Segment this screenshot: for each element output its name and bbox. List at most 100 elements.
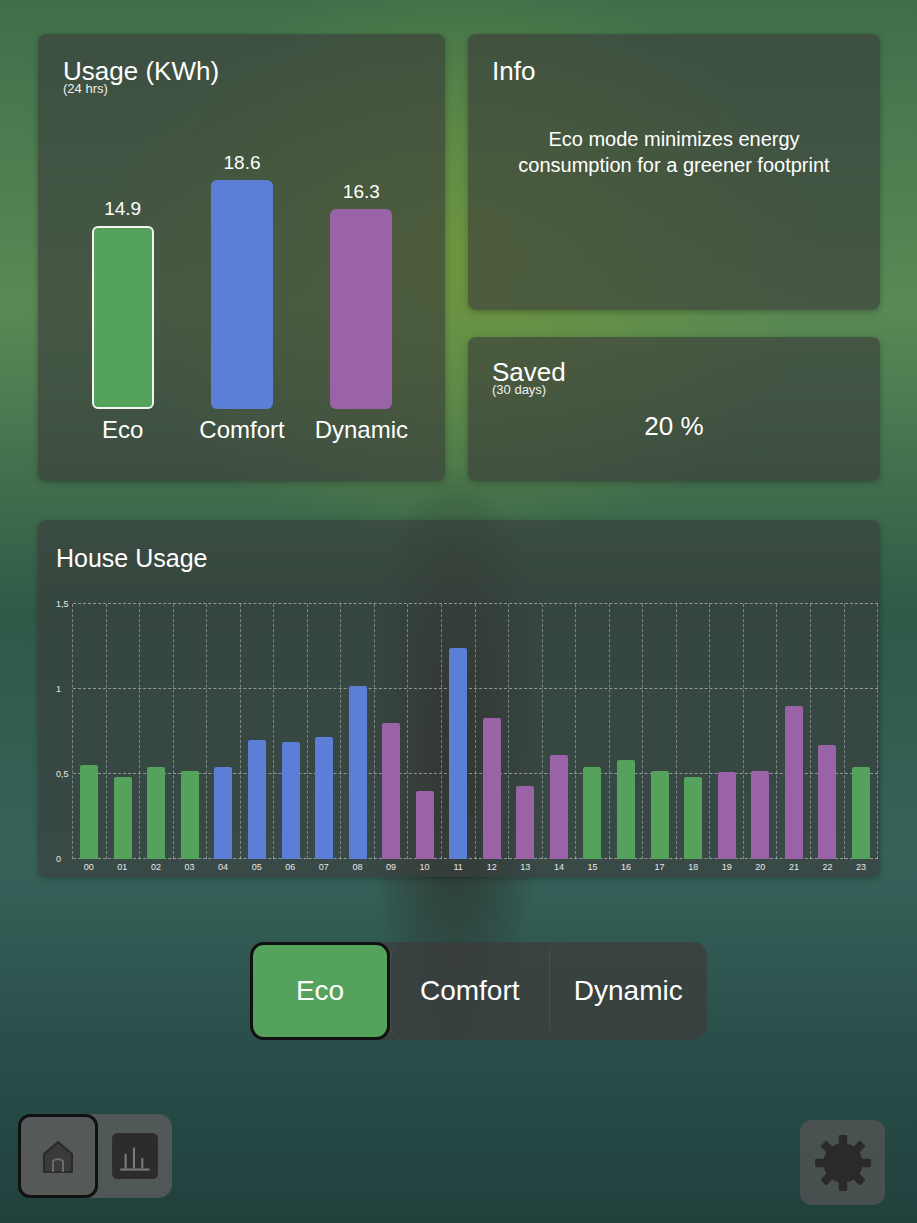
- hour-bar[interactable]: [282, 742, 300, 859]
- mode-button[interactable]: Comfort: [390, 942, 549, 1040]
- hour-bar[interactable]: [349, 686, 367, 859]
- hour-column: [207, 604, 241, 859]
- hour-bar[interactable]: [449, 648, 467, 859]
- grid-line: [73, 688, 878, 689]
- hour-column: [509, 604, 543, 859]
- usage-label: Dynamic: [315, 415, 408, 445]
- mode-button[interactable]: Eco: [250, 942, 390, 1040]
- usage-value: 18.6: [224, 152, 261, 174]
- hour-column: [73, 604, 107, 859]
- usage-bar[interactable]: [330, 209, 392, 409]
- hour-bar[interactable]: [550, 755, 568, 859]
- x-tick: 07: [307, 862, 341, 872]
- usage-card: Usage (KWh)(24 hrs) 14.9Eco 18.6 Comfort 16.…: [38, 34, 445, 481]
- x-tick: 06: [273, 862, 307, 872]
- y-axis: 00,511,5: [38, 604, 72, 859]
- x-tick: 19: [710, 862, 744, 872]
- hour-bar[interactable]: [617, 760, 635, 859]
- hour-column: [375, 604, 409, 859]
- hour-bar[interactable]: [248, 740, 266, 859]
- hour-bar[interactable]: [651, 771, 669, 859]
- y-tick: 0,5: [56, 769, 69, 779]
- saved-title: Saved: [492, 357, 856, 387]
- usage-title: Usage (KWh): [63, 56, 421, 86]
- x-tick: 05: [240, 862, 274, 872]
- hour-bar[interactable]: [718, 772, 736, 859]
- x-tick: 21: [777, 862, 811, 872]
- mode-switch: EcoComfortDynamic: [250, 942, 707, 1040]
- x-tick: 20: [744, 862, 778, 872]
- usage-bar[interactable]: [211, 180, 273, 409]
- info-card: Info Eco mode minimizes energy consumptio…: [468, 34, 880, 310]
- hour-bar[interactable]: [516, 786, 534, 859]
- usage-chart: 14.9Eco 18.6 Comfort 16.3Dynamic: [63, 152, 421, 445]
- settings-button[interactable]: [800, 1120, 885, 1205]
- y-tick: 1,5: [56, 599, 69, 609]
- x-tick: 22: [811, 862, 845, 872]
- x-tick: 13: [509, 862, 543, 872]
- hour-column: [811, 604, 845, 859]
- usage-column[interactable]: 18.6 Comfort: [182, 152, 301, 445]
- usage-subtitle: (24 hrs): [63, 82, 421, 96]
- hour-column: [408, 604, 442, 859]
- home-button[interactable]: [18, 1114, 98, 1198]
- y-tick: 1: [56, 684, 61, 694]
- hour-column: [308, 604, 342, 859]
- hour-bar[interactable]: [214, 767, 232, 859]
- mode-button[interactable]: Dynamic: [549, 942, 708, 1040]
- hour-column: [341, 604, 375, 859]
- hour-bar[interactable]: [315, 737, 333, 859]
- hour-column: [274, 604, 308, 859]
- usage-label: Eco: [102, 415, 143, 445]
- saved-card: Saved(30 days)20 %: [468, 337, 880, 481]
- hour-column: [543, 604, 577, 859]
- x-tick: 18: [676, 862, 710, 872]
- hour-column: [576, 604, 610, 859]
- saved-value: 20 %: [644, 411, 703, 441]
- usage-bar[interactable]: [92, 226, 154, 409]
- hour-column: [777, 604, 811, 859]
- background-photo: Usage (KWh)(24 hrs) 14.9Eco 18.6 Comfort 16.…: [0, 0, 917, 1223]
- x-tick: 00: [72, 862, 106, 872]
- hour-column: [140, 604, 174, 859]
- hour-bar[interactable]: [114, 777, 132, 859]
- plot-area: [72, 604, 878, 859]
- usage-column[interactable]: 16.3Dynamic: [302, 181, 421, 445]
- hour-column: [677, 604, 711, 859]
- grid-line: [73, 603, 878, 604]
- house-usage-card: House Usage00,511,5000102030405060708091…: [38, 520, 880, 877]
- hour-bar[interactable]: [818, 745, 836, 859]
- x-tick: 17: [643, 862, 677, 872]
- hour-column: [744, 604, 778, 859]
- hour-column: [241, 604, 275, 859]
- hour-bar[interactable]: [751, 771, 769, 859]
- hour-bar[interactable]: [583, 767, 601, 859]
- stats-button[interactable]: [98, 1114, 172, 1198]
- info-text: Eco mode minimizes energy consumption fo…: [518, 126, 830, 178]
- hour-bar[interactable]: [483, 718, 501, 859]
- hour-bar[interactable]: [181, 771, 199, 859]
- chart-icon: [110, 1131, 160, 1181]
- x-tick: 11: [441, 862, 475, 872]
- hour-bar[interactable]: [80, 765, 98, 859]
- x-tick: 09: [374, 862, 408, 872]
- house-usage-title: House Usage: [38, 542, 880, 574]
- usage-label: Comfort: [199, 415, 284, 445]
- hour-column: [643, 604, 677, 859]
- hour-bar[interactable]: [382, 723, 400, 859]
- hour-bar[interactable]: [147, 767, 165, 859]
- home-icon: [38, 1136, 78, 1176]
- info-title: Info: [492, 56, 856, 86]
- usage-column[interactable]: 14.9Eco: [63, 198, 182, 445]
- x-tick: 01: [106, 862, 140, 872]
- hour-bar[interactable]: [785, 706, 803, 859]
- hour-column: [710, 604, 744, 859]
- x-tick: 16: [609, 862, 643, 872]
- x-tick: 12: [475, 862, 509, 872]
- x-axis: 0001020304050607080910111213141516171819…: [72, 859, 878, 875]
- hour-bar[interactable]: [852, 767, 870, 859]
- x-tick: 03: [173, 862, 207, 872]
- hour-bar[interactable]: [416, 791, 434, 859]
- hour-bar[interactable]: [684, 777, 702, 859]
- house-usage-chart: 00,511,500010203040506070809101112131415…: [38, 604, 880, 875]
